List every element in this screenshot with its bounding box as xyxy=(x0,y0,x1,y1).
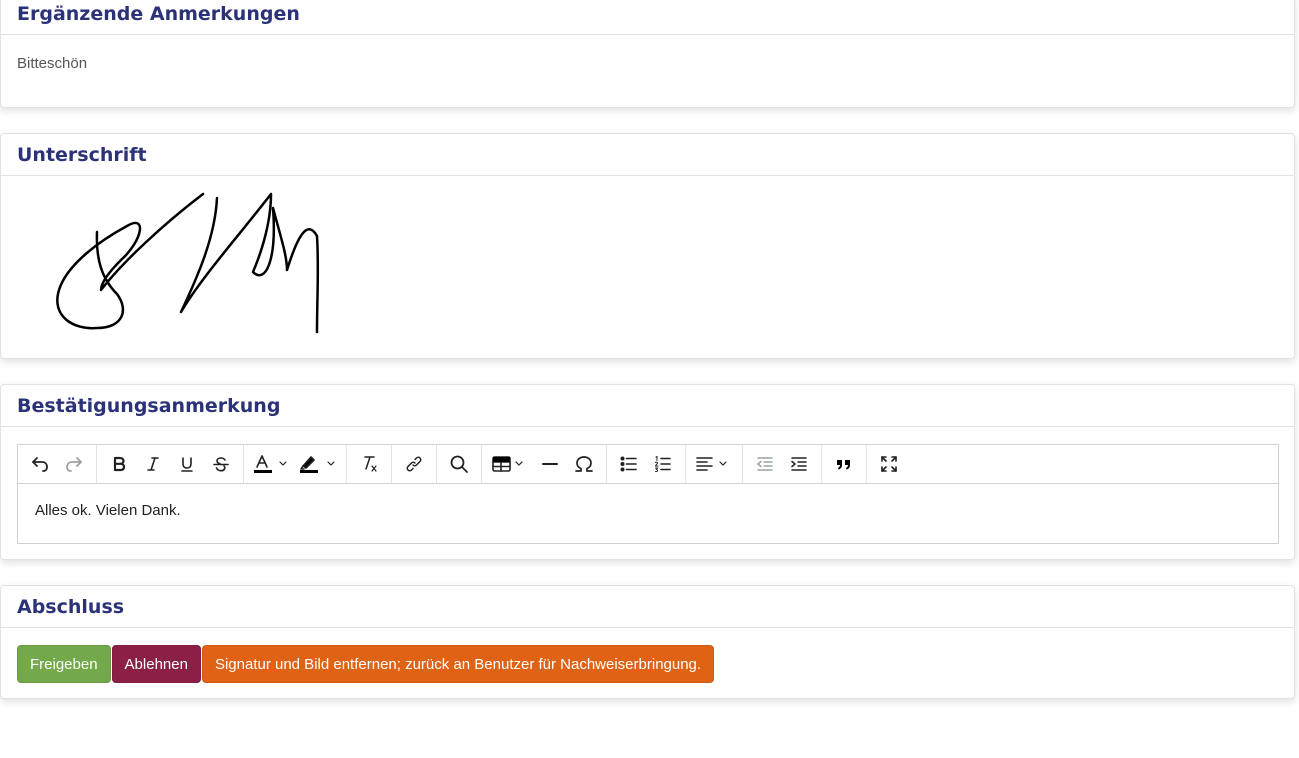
italic-button[interactable] xyxy=(136,447,170,481)
search-group xyxy=(437,445,482,483)
table-button[interactable] xyxy=(487,447,533,481)
bullet-list-button[interactable] xyxy=(612,447,646,481)
highlight-color-button[interactable] xyxy=(295,447,341,481)
reject-button[interactable]: Ablehnen xyxy=(111,645,201,683)
signature-card: Unterschrift xyxy=(0,133,1295,359)
clear-formatting-icon xyxy=(364,456,377,472)
notes-text: Bitteschön xyxy=(17,55,88,72)
bold-icon xyxy=(113,456,126,472)
bold-button[interactable] xyxy=(102,447,136,481)
clear-formatting-button[interactable] xyxy=(352,447,386,481)
find-button[interactable] xyxy=(442,447,476,481)
link-icon xyxy=(406,456,422,472)
highlight-color-icon xyxy=(300,456,335,473)
undo-icon xyxy=(32,457,48,472)
blockquote-icon xyxy=(837,460,850,470)
quote-group xyxy=(822,445,867,483)
confirmation-title: Bestätigungsanmerkung xyxy=(17,394,281,417)
italic-icon xyxy=(147,457,159,471)
special-character-button[interactable] xyxy=(567,447,601,481)
finish-header: Abschluss xyxy=(1,586,1294,628)
indent-group xyxy=(743,445,822,483)
table-icon xyxy=(492,456,523,472)
link-group xyxy=(392,445,437,483)
fullscreen-button[interactable] xyxy=(872,447,906,481)
redo-button[interactable] xyxy=(57,447,91,481)
notes-card: Ergänzende Anmerkungen Bitteschön xyxy=(0,0,1295,108)
outdent-button[interactable] xyxy=(748,447,782,481)
text-color-button[interactable] xyxy=(249,447,295,481)
editor-content[interactable]: Alles ok. Vielen Dank. xyxy=(18,484,1278,537)
align-icon xyxy=(696,457,727,471)
format-group xyxy=(97,445,244,483)
strikethrough-icon xyxy=(213,457,229,472)
signature-header: Unterschrift xyxy=(1,134,1294,176)
underline-button[interactable] xyxy=(170,447,204,481)
clear-group xyxy=(347,445,392,483)
indent-icon xyxy=(791,457,807,471)
outdent-icon xyxy=(756,457,773,471)
rich-text-editor[interactable]: Alles ok. Vielen Dank. xyxy=(17,444,1279,544)
fullscreen-icon xyxy=(881,456,897,472)
horizontal-line-icon xyxy=(542,463,558,465)
confirmation-card: Bestätigungsanmerkung Alles ok. Vielen D… xyxy=(0,384,1295,560)
find-icon xyxy=(450,455,468,473)
strikethrough-button[interactable] xyxy=(204,447,238,481)
remove-signature-button[interactable]: Signatur und Bild entfernen; zurück an B… xyxy=(201,645,715,683)
redo-icon xyxy=(66,457,82,472)
numbered-list-button[interactable] xyxy=(646,447,680,481)
text-color-icon xyxy=(254,455,287,473)
special-character-icon xyxy=(575,456,593,472)
link-button[interactable] xyxy=(397,447,431,481)
finish-title: Abschluss xyxy=(17,595,125,618)
undo-button[interactable] xyxy=(23,447,57,481)
history-group xyxy=(18,445,97,483)
underline-icon xyxy=(181,457,193,472)
insert-group xyxy=(482,445,607,483)
action-buttons: Freigeben Ablehnen Signatur und Bild ent… xyxy=(17,645,715,683)
signature-image xyxy=(56,192,320,334)
bullet-list-icon xyxy=(620,456,637,472)
list-group xyxy=(607,445,686,483)
notes-header: Ergänzende Anmerkungen xyxy=(1,0,1294,35)
indent-button[interactable] xyxy=(782,447,816,481)
align-group xyxy=(686,445,743,483)
confirmation-header: Bestätigungsanmerkung xyxy=(1,385,1294,427)
approve-button[interactable]: Freigeben xyxy=(17,645,111,683)
notes-body: Bitteschön xyxy=(1,35,1294,92)
view-group xyxy=(867,445,911,483)
align-button[interactable] xyxy=(691,447,737,481)
notes-title: Ergänzende Anmerkungen xyxy=(17,2,300,25)
numbered-list-icon xyxy=(654,455,671,473)
color-group xyxy=(244,445,347,483)
editor-toolbar xyxy=(18,445,1278,484)
horizontal-line-button[interactable] xyxy=(533,447,567,481)
blockquote-button[interactable] xyxy=(827,447,861,481)
finish-card: Abschluss Freigeben Ablehnen Signatur un… xyxy=(0,585,1295,699)
signature-title: Unterschrift xyxy=(17,143,147,166)
